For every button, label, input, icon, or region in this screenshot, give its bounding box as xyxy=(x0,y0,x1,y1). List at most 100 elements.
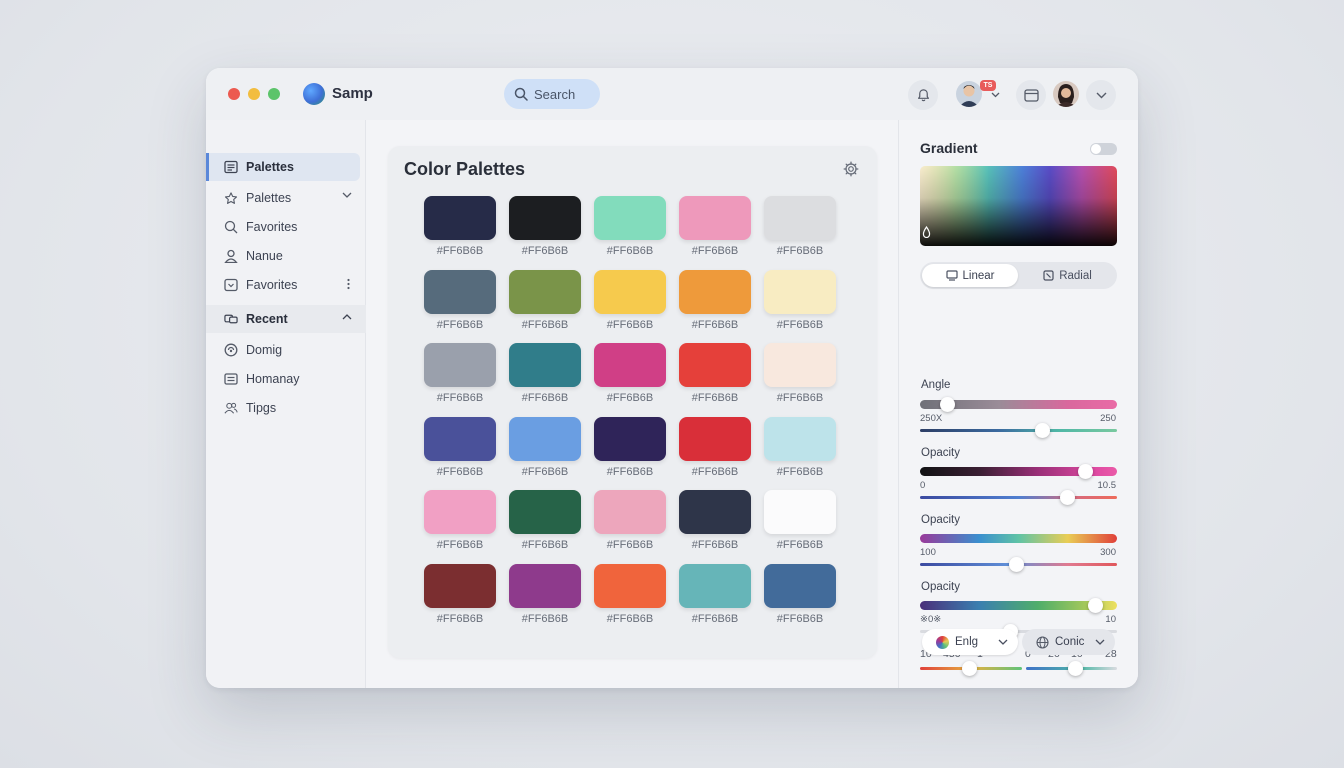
swatch-item[interactable]: #FF6B6B xyxy=(679,563,751,634)
notifications-button[interactable] xyxy=(908,80,938,110)
gradient-color-picker[interactable] xyxy=(920,166,1117,246)
color-swatch[interactable] xyxy=(679,196,751,240)
swatch-item[interactable]: #FF6B6B xyxy=(764,343,836,413)
gear-icon[interactable] xyxy=(843,161,859,177)
color-swatch[interactable] xyxy=(679,343,751,387)
gradient-toggle[interactable] xyxy=(1090,143,1117,155)
color-swatch[interactable] xyxy=(594,563,666,608)
color-swatch[interactable] xyxy=(679,269,751,314)
swatch-item[interactable]: #FF6B6B xyxy=(764,416,836,487)
color-swatch[interactable] xyxy=(764,196,836,240)
color-swatch[interactable] xyxy=(764,563,836,608)
sidebar-item-homanay[interactable]: Homanay xyxy=(206,365,366,393)
swatch-item[interactable]: #FF6B6B xyxy=(509,269,581,340)
radial-mode-button[interactable]: Radial xyxy=(1020,264,1115,287)
color-swatch[interactable] xyxy=(679,416,751,461)
swatch-item[interactable]: #FF6B6B xyxy=(509,490,581,560)
chevron-up-icon[interactable] xyxy=(342,313,352,320)
swatch-item[interactable]: #FF6B6B xyxy=(679,490,751,560)
swatch-item[interactable]: #FF6B6B xyxy=(594,490,666,560)
opacity-slider-handle[interactable] xyxy=(1077,464,1093,479)
swatch-item[interactable]: #FF6B6B xyxy=(679,196,751,266)
sidebar-item-palettes-active[interactable]: Palettes xyxy=(206,153,360,181)
swatch-item[interactable]: #FF6B6B xyxy=(424,416,496,487)
color-swatch[interactable] xyxy=(424,196,496,240)
angle-sub-handle[interactable] xyxy=(1034,423,1050,438)
swatch-item[interactable]: #FF6B6B xyxy=(594,269,666,340)
swatch-item[interactable]: #FF6B6B xyxy=(424,269,496,340)
color-swatch[interactable] xyxy=(509,416,581,461)
color-swatch[interactable] xyxy=(594,269,666,314)
swatch-item[interactable]: #FF6B6B xyxy=(594,343,666,413)
sidebar-section-recent[interactable]: Recent xyxy=(206,305,366,333)
color-swatch[interactable] xyxy=(509,343,581,387)
color-swatch[interactable] xyxy=(764,343,836,387)
color-swatch[interactable] xyxy=(679,563,751,608)
color-swatch[interactable] xyxy=(764,490,836,534)
swatch-item[interactable]: #FF6B6B xyxy=(764,269,836,340)
color-swatch[interactable] xyxy=(594,196,666,240)
blend-dropdown[interactable]: Enlg xyxy=(922,629,1018,655)
swatch-item[interactable]: #FF6B6B xyxy=(594,563,666,634)
color-swatch[interactable] xyxy=(424,490,496,534)
swatch-item[interactable]: #FF6B6B xyxy=(594,416,666,487)
swatch-item[interactable]: #FF6B6B xyxy=(679,343,751,413)
opacity-sub-handle[interactable] xyxy=(1060,490,1076,505)
swatch-item[interactable]: #FF6B6B xyxy=(509,343,581,413)
search-box[interactable] xyxy=(504,79,600,109)
opacity-slider-track-2[interactable] xyxy=(920,534,1117,543)
swatch-item[interactable]: #FF6B6B xyxy=(679,269,751,340)
second-user-avatar[interactable] xyxy=(1053,81,1079,107)
color-swatch[interactable] xyxy=(509,563,581,608)
swatch-item[interactable]: #FF6B6B xyxy=(424,196,496,266)
sidebar-item-palettes[interactable]: Palettes xyxy=(206,184,366,212)
color-swatch[interactable] xyxy=(424,343,496,387)
color-swatch[interactable] xyxy=(594,343,666,387)
color-swatch[interactable] xyxy=(594,416,666,461)
color-swatch[interactable] xyxy=(424,563,496,608)
swatch-item[interactable]: #FF6B6B xyxy=(509,563,581,634)
chevron-down-icon[interactable] xyxy=(991,92,1000,98)
account-menu-button[interactable] xyxy=(1086,80,1116,110)
swatch-item[interactable]: #FF6B6B xyxy=(424,563,496,634)
color-swatch[interactable] xyxy=(764,269,836,314)
color-stop-handle[interactable] xyxy=(961,661,977,676)
color-swatch[interactable] xyxy=(594,490,666,534)
angle-sub-track[interactable] xyxy=(920,429,1117,432)
sidebar-item-favorites[interactable]: Favorites xyxy=(206,213,366,241)
sidebar-item-tipgs[interactable]: Tipgs xyxy=(206,394,366,422)
swatch-item[interactable]: #FF6B6B xyxy=(764,563,836,634)
maximize-window-button[interactable] xyxy=(268,88,280,100)
swatch-item[interactable]: #FF6B6B xyxy=(764,196,836,266)
sidebar-item-nanue[interactable]: Nanue xyxy=(206,242,366,270)
color-stop-handle[interactable] xyxy=(1068,661,1084,676)
opacity-slider-handle-3[interactable] xyxy=(1087,598,1103,613)
angle-slider-handle[interactable] xyxy=(940,397,956,412)
minimize-window-button[interactable] xyxy=(248,88,260,100)
chevron-down-icon[interactable] xyxy=(342,192,352,199)
more-vertical-icon[interactable] xyxy=(347,278,350,290)
close-window-button[interactable] xyxy=(228,88,240,100)
opacity-slider-handle-2[interactable] xyxy=(1009,557,1025,572)
conic-dropdown[interactable]: Conic xyxy=(1022,629,1115,655)
linear-mode-button[interactable]: Linear xyxy=(922,264,1018,287)
color-swatch[interactable] xyxy=(764,416,836,461)
sidebar-item-domig[interactable]: Domig xyxy=(206,336,366,364)
color-swatch[interactable] xyxy=(509,490,581,534)
eyedropper-icon[interactable] xyxy=(922,226,931,238)
swatch-item[interactable]: #FF6B6B xyxy=(424,490,496,560)
sidebar-item-favorites-2[interactable]: Favorites xyxy=(206,271,366,299)
opacity-sub-track[interactable] xyxy=(920,496,1117,499)
user-avatar[interactable] xyxy=(956,81,982,107)
color-swatch[interactable] xyxy=(424,269,496,314)
color-swatch[interactable] xyxy=(679,490,751,534)
swatch-item[interactable]: #FF6B6B xyxy=(679,416,751,487)
swatch-item[interactable]: #FF6B6B xyxy=(424,343,496,413)
search-input[interactable] xyxy=(534,86,594,102)
swatch-item[interactable]: #FF6B6B xyxy=(594,196,666,266)
swatch-item[interactable]: #FF6B6B xyxy=(764,490,836,560)
window-button[interactable] xyxy=(1016,80,1046,110)
swatch-item[interactable]: #FF6B6B xyxy=(509,196,581,266)
color-swatch[interactable] xyxy=(509,196,581,240)
color-swatch[interactable] xyxy=(509,269,581,314)
